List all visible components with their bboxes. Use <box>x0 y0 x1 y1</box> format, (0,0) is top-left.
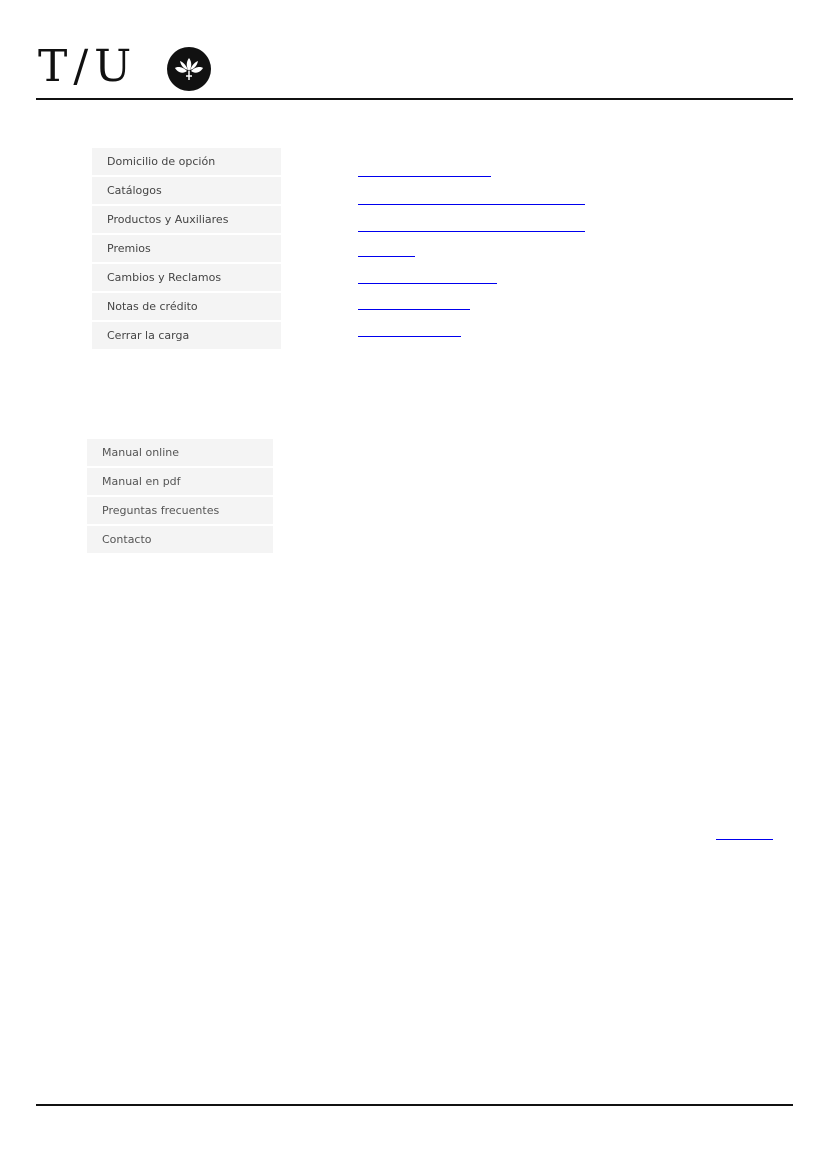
footer-link[interactable] <box>716 838 773 840</box>
link-3[interactable] <box>358 230 585 232</box>
help-item-contacto[interactable]: Contacto <box>87 526 273 553</box>
link-1[interactable] <box>358 175 491 177</box>
help-item-manual-online[interactable]: Manual online <box>87 439 273 466</box>
menu-item-catalogos[interactable]: Catálogos <box>92 177 281 204</box>
lotus-flower-icon <box>167 47 211 91</box>
menu-item-notas[interactable]: Notas de crédito <box>92 293 281 320</box>
link-4[interactable] <box>358 255 415 257</box>
help-item-manual-pdf[interactable]: Manual en pdf <box>87 468 273 495</box>
header-divider <box>36 98 793 100</box>
menu-item-premios[interactable]: Premios <box>92 235 281 262</box>
link-6[interactable] <box>358 308 470 310</box>
menu-item-cerrar[interactable]: Cerrar la carga <box>92 322 281 349</box>
menu-item-domicilio[interactable]: Domicilio de opción <box>92 148 281 175</box>
help-menu: Manual online Manual en pdf Preguntas fr… <box>87 439 273 555</box>
logo-wordmark: T/U <box>38 41 138 92</box>
menu-item-cambios[interactable]: Cambios y Reclamos <box>92 264 281 291</box>
link-5[interactable] <box>358 282 497 284</box>
main-menu: Domicilio de opción Catálogos Productos … <box>92 148 281 351</box>
site-logo[interactable]: T/U <box>38 41 218 92</box>
footer-divider <box>36 1104 793 1106</box>
help-item-faq[interactable]: Preguntas frecuentes <box>87 497 273 524</box>
link-7[interactable] <box>358 335 461 337</box>
menu-item-productos[interactable]: Productos y Auxiliares <box>92 206 281 233</box>
link-2[interactable] <box>358 203 585 205</box>
